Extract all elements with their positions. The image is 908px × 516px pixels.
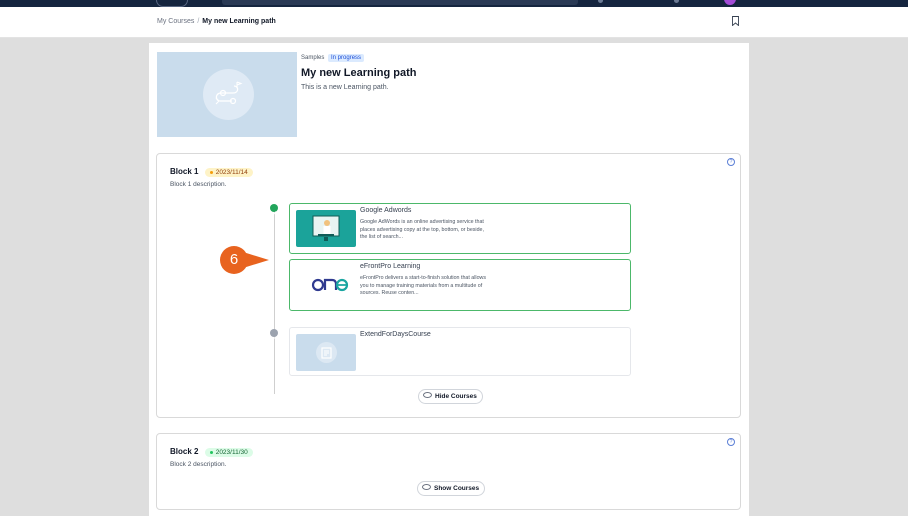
presenter-illustration-icon [312, 215, 340, 241]
block-description: Block 2 description. [170, 461, 227, 468]
status-dot-icon [209, 450, 213, 454]
course-title[interactable]: eFrontPro Learning [360, 263, 420, 270]
nav-icon[interactable] [598, 0, 603, 3]
course-thumbnail [296, 210, 356, 247]
course-card-efrontpro-learning[interactable]: eFrontPro Learning eFrontPro delivers a … [289, 259, 631, 311]
show-courses-button[interactable]: Show Courses [417, 481, 486, 496]
eye-off-icon [423, 392, 432, 399]
category-tag: Samples [301, 55, 325, 61]
block-date: 2023/11/14 [215, 169, 248, 176]
bookmark-icon[interactable] [732, 16, 739, 26]
block-2: Block 2 2023/11/30 Block 2 description. … [156, 433, 741, 510]
block-header: Block 1 2023/11/14 [170, 167, 253, 177]
logo[interactable] [156, 0, 188, 7]
path-route-icon [215, 81, 243, 105]
course-description: eFrontPro delivers a start-to-finish sol… [360, 275, 487, 297]
step-marker-number: 6 [229, 251, 239, 268]
help-icon[interactable]: ? [727, 438, 735, 446]
breadcrumb-current: My new Learning path [202, 18, 276, 25]
status-dot-icon [209, 170, 213, 174]
eye-icon [422, 484, 431, 491]
learning-path-icon-circle [203, 69, 254, 120]
nav-icon[interactable] [674, 0, 679, 3]
breadcrumb-separator: / [197, 18, 200, 25]
page-title: My new Learning path [301, 67, 417, 79]
timeline-pending-icon [270, 329, 278, 339]
book-icon [321, 347, 332, 359]
learning-path-thumbnail [157, 52, 297, 137]
breadcrumb-bar: My Courses / My new Learning path [0, 7, 908, 38]
timeline-check-icon [270, 204, 278, 216]
course-title[interactable]: ExtendForDaysCourse [360, 331, 431, 338]
one-logo-icon [311, 278, 349, 292]
help-icon[interactable]: ? [727, 158, 735, 166]
path-description: This is a new Learning path. [301, 84, 389, 91]
show-courses-label: Show Courses [434, 485, 480, 492]
status-badge: In progress [328, 54, 365, 62]
path-tags: Samples In progress [301, 54, 365, 62]
block-title: Block 2 [170, 447, 199, 456]
top-navbar [0, 0, 908, 7]
date-badge: 2023/11/14 [204, 168, 253, 177]
timeline-line [274, 208, 275, 394]
block-date: 2023/11/30 [215, 449, 248, 456]
block-header: Block 2 2023/11/30 [170, 447, 253, 457]
learning-path-panel: Samples In progress My new Learning path… [149, 43, 749, 516]
block-description: Block 1 description. [170, 181, 227, 188]
breadcrumb-my-courses[interactable]: My Courses [157, 18, 194, 25]
course-title[interactable]: Google Adwords [360, 207, 411, 214]
course-card-extendfordayscourse[interactable]: ExtendForDaysCourse [289, 327, 631, 376]
search-bar[interactable] [222, 0, 578, 5]
avatar[interactable] [724, 0, 736, 5]
block-1: Block 1 2023/11/14 Block 1 description. … [156, 153, 741, 418]
course-description: Google AdWords is an online advertising … [360, 219, 484, 241]
course-thumbnail [296, 334, 356, 371]
course-card-google-adwords[interactable]: Google Adwords Google AdWords is an onli… [289, 203, 631, 254]
course-placeholder-circle [316, 342, 337, 363]
hide-courses-button[interactable]: Hide Courses [418, 389, 483, 404]
course-thumbnail [296, 266, 356, 303]
hide-courses-label: Hide Courses [435, 393, 477, 400]
date-badge: 2023/11/30 [204, 448, 253, 457]
block-title: Block 1 [170, 167, 199, 176]
breadcrumb: My Courses / My new Learning path [157, 18, 276, 25]
